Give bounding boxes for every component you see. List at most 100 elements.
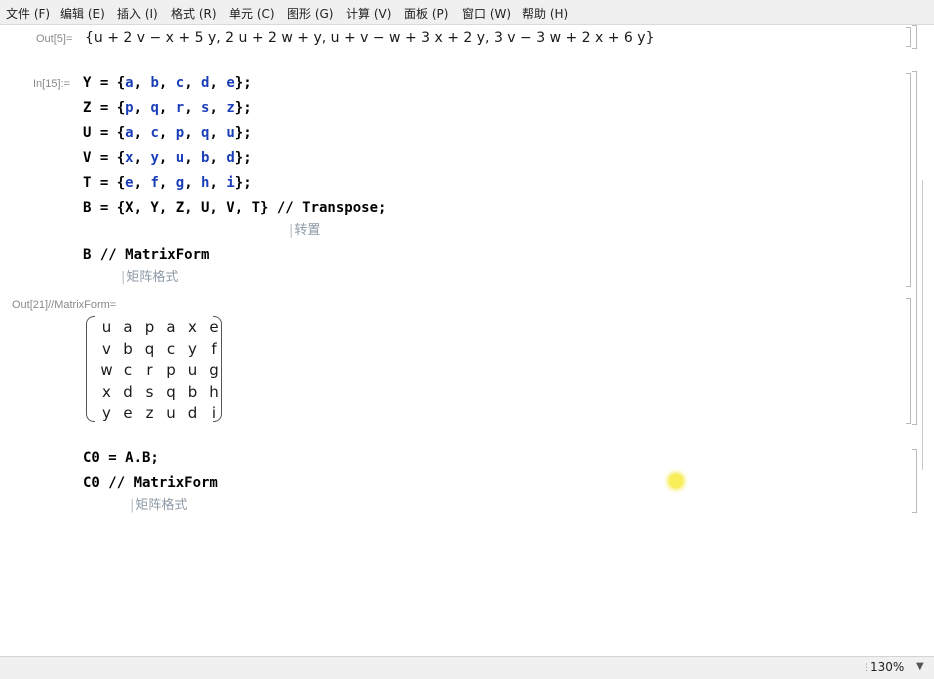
symbol: c — [175, 75, 185, 91]
c0-cell-bracket[interactable] — [912, 449, 917, 513]
matrix-cell: z — [145, 404, 154, 422]
symbol: a — [125, 75, 134, 91]
matrixform-tooltip: 矩阵格式 — [121, 266, 178, 285]
matrix-cell: p — [144, 318, 155, 336]
symbol: g — [175, 175, 185, 191]
out5-label: Out[5]= — [36, 33, 73, 45]
symbol: y — [150, 150, 159, 166]
menu-edit[interactable]: 编辑 (E) — [60, 5, 105, 22]
menu-evaluation[interactable]: 计算 (V) — [346, 5, 391, 22]
menu-bar: 文件 (F) 编辑 (E) 插入 (I) 格式 (R) 单元 (C) 图形 (G… — [0, 0, 934, 25]
matrix-cell: q — [144, 339, 155, 358]
symbol: s — [201, 100, 210, 116]
matrix-cell: r — [146, 361, 153, 379]
matrix-cell: s — [145, 382, 154, 401]
b-matrixform-line[interactable]: B // MatrixForm — [83, 247, 209, 263]
menu-help[interactable]: 帮助 (H) — [522, 5, 568, 22]
symbol: e — [125, 175, 134, 191]
variable-name: Z — [83, 100, 92, 116]
symbol: b — [150, 75, 159, 91]
input-line-Z[interactable]: Z = {p, q, r, s, z}; — [83, 100, 252, 116]
out5-expression[interactable]: {u + 2 v − x + 5 y, 2 u + 2 w + y, u + v… — [85, 30, 654, 46]
input-cell-bracket[interactable] — [906, 73, 911, 287]
matrix-cell: e — [209, 318, 219, 336]
symbol: q — [150, 100, 159, 116]
matrix-cell: a — [166, 318, 176, 336]
status-bar: ⋮ 130% ▼ — [0, 656, 934, 679]
matrix-output[interactable]: uapaxevbqcyfwcrpugxdsqbhyezudi — [86, 316, 222, 422]
notebook-area[interactable]: Out[5]= {u + 2 v − x + 5 y, 2 u + 2 w + … — [0, 25, 934, 656]
zoom-dropdown-icon[interactable]: ▼ — [916, 661, 924, 672]
symbol: d — [226, 150, 235, 166]
symbol: p — [175, 125, 185, 141]
input-line-T[interactable]: T = {e, f, g, h, i}; — [83, 175, 252, 191]
symbol: a — [125, 125, 134, 141]
variable-name: V — [83, 150, 92, 166]
matrix-cell: e — [123, 404, 133, 422]
menu-file[interactable]: 文件 (F) — [6, 5, 50, 22]
input-line-V[interactable]: V = {x, y, u, b, d}; — [83, 150, 252, 166]
matrix-cell: g — [209, 361, 219, 379]
symbol: b — [201, 150, 210, 166]
symbol: f — [150, 175, 159, 191]
c0-matrixform-line[interactable]: C0 // MatrixForm — [83, 475, 218, 491]
symbol: r — [175, 100, 185, 116]
matrix-cell: h — [209, 382, 219, 401]
matrix-cell: w — [100, 361, 113, 379]
transpose-tooltip: 转置 — [289, 219, 320, 238]
in15-label: In[15]:= — [33, 78, 71, 90]
variable-name: T — [83, 175, 92, 191]
matrix-cell: b — [187, 382, 198, 401]
c0-definition-line[interactable]: C0 = A.B; — [83, 450, 159, 466]
menu-graphics[interactable]: 图形 (G) — [287, 5, 333, 22]
matrix-cell: p — [166, 361, 176, 379]
cell-bracket[interactable] — [906, 27, 911, 47]
group-bracket-2[interactable] — [912, 71, 917, 425]
matrixform-tooltip-2: 矩阵格式 — [130, 494, 187, 513]
symbol: q — [201, 125, 210, 141]
matrix-cell: x — [188, 318, 197, 336]
matrix-cell: v — [102, 339, 111, 358]
vertical-scrollbar[interactable] — [922, 180, 932, 470]
menu-cell[interactable]: 单元 (C) — [229, 5, 275, 22]
symbol: h — [201, 175, 210, 191]
mouse-cursor-highlight — [669, 474, 683, 488]
symbol: x — [125, 150, 134, 166]
zoom-level[interactable]: 130% — [870, 660, 904, 674]
symbol: u — [226, 125, 235, 141]
group-bracket[interactable] — [912, 25, 917, 49]
left-paren — [86, 316, 95, 422]
matrix-cell: c — [123, 361, 133, 379]
matrix-cell: d — [187, 404, 198, 422]
symbol: z — [226, 100, 235, 116]
symbol: u — [175, 150, 185, 166]
matrix-cell: i — [211, 404, 217, 422]
menu-format[interactable]: 格式 (R) — [171, 5, 217, 22]
symbol: c — [150, 125, 159, 141]
matrix-cell: u — [166, 404, 176, 422]
matrix-cell: x — [102, 382, 111, 401]
symbol: p — [125, 100, 134, 116]
matrix-cell: u — [187, 361, 198, 379]
matrix-cell: b — [123, 339, 133, 358]
input-line-Y[interactable]: Y = {a, b, c, d, e}; — [83, 75, 252, 91]
symbol: d — [201, 75, 210, 91]
symbol: e — [226, 75, 235, 91]
matrix-cell: c — [166, 339, 176, 358]
matrix-cell: a — [123, 318, 133, 336]
matrix-cell: y — [188, 339, 197, 358]
b-definition-line[interactable]: B = {X, Y, Z, U, V, T} // Transpose; — [83, 200, 386, 216]
input-line-U[interactable]: U = {a, c, p, q, u}; — [83, 125, 252, 141]
menu-palettes[interactable]: 面板 (P) — [404, 5, 448, 22]
matrix-cell: y — [102, 404, 111, 422]
out21-label: Out[21]//MatrixForm= — [12, 299, 117, 311]
matrix-cell: q — [166, 382, 176, 401]
variable-name: U — [83, 125, 92, 141]
output-cell-bracket[interactable] — [906, 298, 911, 424]
matrix-cell: u — [101, 318, 112, 336]
matrix-cell: d — [123, 382, 133, 401]
menu-insert[interactable]: 插入 (I) — [117, 5, 158, 22]
scrollbar-track[interactable] — [922, 180, 923, 470]
menu-window[interactable]: 窗口 (W) — [462, 5, 511, 22]
variable-name: Y — [83, 75, 92, 91]
